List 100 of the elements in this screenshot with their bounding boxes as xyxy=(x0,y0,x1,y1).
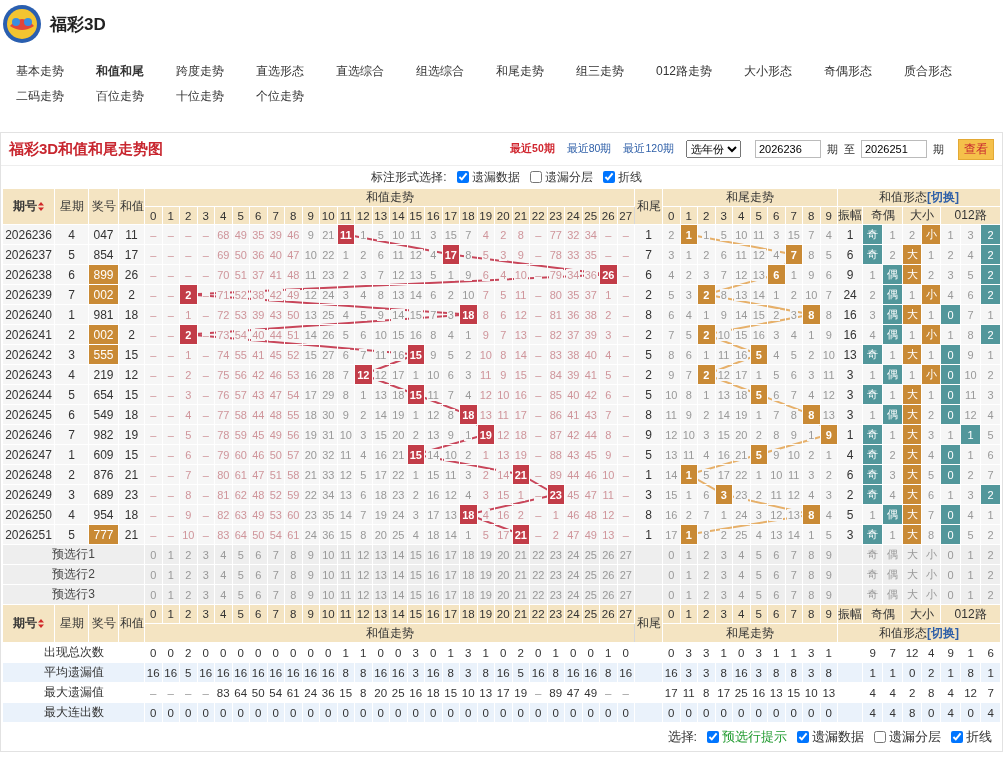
range-link[interactable]: 最近50期 xyxy=(510,142,555,156)
nav-link[interactable]: 大小形态 xyxy=(744,59,825,84)
table-cell: 4 xyxy=(54,504,89,525)
switch-link[interactable]: [切换] xyxy=(927,190,960,204)
table-cell: – xyxy=(529,304,547,325)
nav-link[interactable]: 跨度走势 xyxy=(176,59,256,84)
table-cell: 2026248 xyxy=(2,464,55,485)
nav-link[interactable]: 012路走势 xyxy=(656,59,745,84)
range-link[interactable]: 最近80期 xyxy=(566,142,612,156)
table-cell: – xyxy=(197,404,215,425)
table-cell: 83 xyxy=(547,344,565,365)
table-cell: 21 xyxy=(732,444,750,465)
table-cell: 4 xyxy=(820,504,838,525)
table-cell: 1 xyxy=(785,264,803,285)
option-label[interactable]: 折线 xyxy=(617,168,642,186)
table-cell: – xyxy=(197,324,215,345)
range-link[interactable]: 最近120期 xyxy=(623,142,674,156)
table-cell: 1 xyxy=(459,424,477,445)
table-cell: 16 xyxy=(389,344,407,365)
table-cell: 23 xyxy=(319,264,337,285)
nav-link[interactable]: 二码走势 xyxy=(16,84,96,109)
table-cell: 9 xyxy=(599,444,617,465)
column-header: 奖号 xyxy=(88,188,119,225)
checkbox[interactable] xyxy=(602,171,615,183)
table-cell: 19 xyxy=(372,504,390,525)
table-cell: 12 xyxy=(599,504,617,525)
table-cell: 3 xyxy=(837,384,863,405)
table-cell: 9 xyxy=(767,444,785,465)
nav-link[interactable]: 直选形态 xyxy=(256,59,336,84)
table-cell: 4 xyxy=(477,504,495,525)
nav-link[interactable]: 基本走势 xyxy=(16,59,96,84)
table-cell: 1 xyxy=(407,364,425,385)
table-cell: 30 xyxy=(319,404,337,425)
table-cell: 79 xyxy=(214,444,232,465)
nav-link[interactable]: 组三走势 xyxy=(576,59,656,84)
view-button[interactable]: 查看 xyxy=(958,138,994,160)
table-cell: 6 xyxy=(337,344,355,365)
table-cell: – xyxy=(529,424,547,445)
nav-link[interactable]: 百位走势 xyxy=(96,84,176,109)
year-select[interactable]: 选年份 xyxy=(686,140,741,158)
table-cell: – xyxy=(197,504,215,525)
period-field[interactable]: 2026251 xyxy=(861,140,927,158)
table-cell: – xyxy=(197,484,215,505)
table-cell: 45 xyxy=(564,484,582,505)
table-cell: 2 xyxy=(750,484,768,505)
table-cell: – xyxy=(617,344,635,365)
option-label[interactable]: 遗漏分层 xyxy=(544,168,593,186)
table-cell: 24 xyxy=(732,504,750,525)
table-cell: 17 xyxy=(118,244,145,265)
table-cell: 10 xyxy=(662,384,680,405)
table-cell: 50 xyxy=(232,244,250,265)
table-cell: 20 xyxy=(302,444,320,465)
table-cell: 2 xyxy=(118,324,145,345)
table-cell: 48 xyxy=(267,404,285,425)
table-cell: 63 xyxy=(232,504,250,525)
checkbox[interactable] xyxy=(707,731,719,743)
checkbox[interactable] xyxy=(797,731,809,743)
table-cell: 7 xyxy=(785,384,803,405)
table-cell: – xyxy=(144,404,162,425)
table-cell: 57 xyxy=(232,384,250,405)
period-field[interactable]: 2026236 xyxy=(755,140,821,158)
table-cell: – xyxy=(617,424,635,445)
checkbox[interactable] xyxy=(529,171,542,183)
nav-link[interactable]: 和值和尾 xyxy=(96,59,176,84)
nav-link[interactable]: 质合形态 xyxy=(904,59,985,84)
option-label[interactable]: 遗漏分层 xyxy=(889,728,941,746)
table-cell: 32 xyxy=(564,224,582,245)
table-cell: 12 xyxy=(715,364,733,385)
nav-link[interactable]: 十位走势 xyxy=(176,84,256,109)
option-label[interactable]: 遗漏数据 xyxy=(812,728,864,746)
table-cell: – xyxy=(179,224,197,245)
table-cell: 53 xyxy=(232,304,250,325)
table-cell: 5 xyxy=(980,424,1001,445)
sort-icon[interactable] xyxy=(38,619,44,629)
option-label[interactable]: 折线 xyxy=(966,728,992,746)
table-cell: 10 xyxy=(389,224,407,245)
nav-link[interactable]: 个位走势 xyxy=(256,84,336,109)
nav-link[interactable]: 直选综合 xyxy=(336,59,416,84)
checkbox[interactable] xyxy=(874,731,886,743)
table-cell: 10 xyxy=(459,284,477,305)
table-cell: 12 xyxy=(732,264,750,285)
nav-link[interactable]: 组选综合 xyxy=(416,59,496,84)
option-label[interactable]: 遗漏数据 xyxy=(471,168,520,186)
chart-title: 福彩3D和值和尾走势图 xyxy=(9,139,164,159)
header-cell[interactable]: 期号 xyxy=(2,604,55,643)
checkbox[interactable] xyxy=(456,171,469,183)
checkbox[interactable] xyxy=(951,731,963,743)
sort-icon[interactable] xyxy=(38,202,44,212)
table-cell: – xyxy=(197,444,215,465)
header-cell[interactable]: 期号 xyxy=(2,188,55,225)
nav-link[interactable]: 奇偶形态 xyxy=(824,59,905,84)
table-cell: 654 xyxy=(88,384,119,405)
nav-link[interactable]: 和尾走势 xyxy=(496,59,576,84)
table-cell: 9 xyxy=(715,304,733,325)
table-cell: 33 xyxy=(319,464,337,485)
option-label[interactable]: 预选行提示 xyxy=(722,728,787,746)
table-cell: 1 xyxy=(921,304,941,325)
switch-link[interactable]: [切换] xyxy=(927,625,960,640)
table-cell: 17 xyxy=(662,524,680,545)
table-cell: 13 xyxy=(512,324,530,345)
